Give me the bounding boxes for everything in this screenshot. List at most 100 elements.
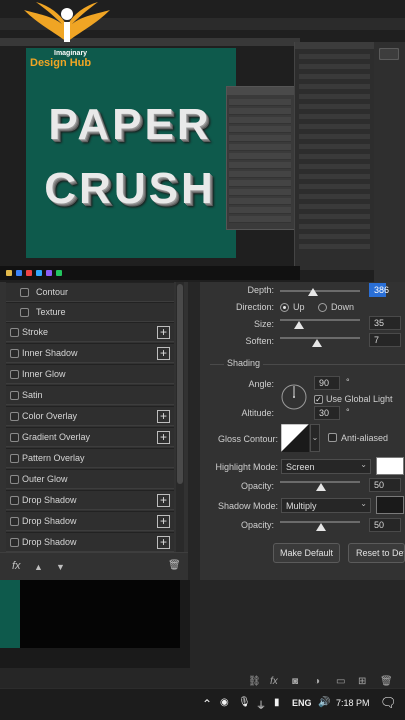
use-global-light-label: Use Global Light (326, 394, 393, 404)
show-hidden-icons-chevron-icon[interactable]: ⌃ (202, 697, 212, 711)
style-item-gradient-overlay[interactable]: Gradient Overlay + (6, 427, 174, 447)
style-item-contour[interactable]: Contour (6, 282, 174, 302)
microphone-icon[interactable]: 🎙 (238, 697, 251, 708)
style-item-label: Drop Shadow (22, 516, 77, 526)
checkbox[interactable] (10, 496, 19, 505)
layer-mask-icon[interactable]: ◙ (292, 676, 298, 687)
style-item-satin[interactable]: Satin (6, 385, 174, 405)
new-group-icon[interactable]: ▭ (336, 676, 345, 687)
fx-icon[interactable]: fx (12, 560, 21, 572)
soften-input[interactable]: 7 (369, 333, 401, 347)
reset-to-default-button[interactable]: Reset to Default (348, 543, 405, 563)
style-item-label: Stroke (22, 327, 49, 337)
move-down-icon[interactable]: ▼ (56, 562, 65, 572)
checkbox[interactable] (10, 391, 19, 400)
add-effect-icon[interactable]: + (157, 536, 170, 549)
depth-slider-knob[interactable] (308, 288, 318, 296)
style-item-drop-shadow[interactable]: Drop Shadow + (6, 511, 174, 531)
shadow-color-swatch[interactable] (376, 496, 404, 514)
new-layer-icon[interactable]: ⊞ (358, 676, 366, 687)
checkbox[interactable] (10, 349, 19, 358)
highlight-opacity-input[interactable]: 50 (369, 478, 401, 492)
document-area[interactable] (0, 580, 190, 668)
shadow-opacity-input[interactable]: 50 (369, 518, 401, 532)
checkbox[interactable] (10, 538, 19, 547)
highlight-mode-value: Screen (286, 462, 315, 472)
highlight-opacity-slider-knob[interactable] (316, 483, 326, 491)
trash-icon[interactable]: 🗑 (168, 560, 181, 571)
clock[interactable]: 7:18 PM (336, 698, 370, 708)
checkbox[interactable] (10, 370, 19, 379)
style-item-drop-shadow[interactable]: Drop Shadow + (6, 532, 174, 552)
layers-panel-footer: ⛓ fx ◙ ◑ ▭ ⊞ 🗑 (244, 676, 404, 688)
style-item-inner-shadow[interactable]: Inner Shadow + (6, 343, 174, 363)
style-item-label: Inner Shadow (22, 348, 78, 358)
delete-layer-icon[interactable]: 🗑 (380, 676, 393, 687)
add-effect-icon[interactable]: + (157, 347, 170, 360)
usb-icon[interactable]: ⏚ (256, 697, 266, 712)
style-item-inner-glow[interactable]: Inner Glow (6, 364, 174, 384)
style-item-pattern-overlay[interactable]: Pattern Overlay (6, 448, 174, 468)
angle-degree-unit: ° (346, 377, 350, 387)
add-effect-icon[interactable]: + (157, 326, 170, 339)
checkbox[interactable] (20, 288, 29, 297)
checkbox[interactable] (10, 328, 19, 337)
battery-icon[interactable]: ▮ (274, 697, 280, 708)
checkbox[interactable] (10, 475, 19, 484)
properties-panel-thumbnail (294, 42, 374, 270)
tool-button[interactable] (379, 48, 399, 60)
link-layers-icon[interactable]: ⛓ (248, 676, 261, 687)
add-effect-icon[interactable]: + (157, 431, 170, 444)
move-up-icon[interactable]: ▲ (34, 562, 43, 572)
style-item-color-overlay[interactable]: Color Overlay + (6, 406, 174, 426)
direction-down-radio[interactable] (318, 303, 327, 312)
shadow-opacity-slider-knob[interactable] (316, 523, 326, 531)
style-item-drop-shadow[interactable]: Drop Shadow + (6, 490, 174, 510)
highlight-opacity-label: Opacity: (240, 481, 274, 491)
highlight-color-swatch[interactable] (376, 457, 404, 475)
app-icon (46, 270, 52, 276)
depth-slider[interactable] (280, 290, 360, 292)
style-item-outer-glow[interactable]: Outer Glow (6, 469, 174, 489)
style-item-texture[interactable]: Texture (6, 302, 174, 322)
add-effect-icon[interactable]: + (157, 515, 170, 528)
anti-aliased-checkbox[interactable] (328, 433, 337, 442)
add-effect-icon[interactable]: + (157, 410, 170, 423)
make-default-button[interactable]: Make Default (273, 543, 340, 563)
size-slider[interactable] (280, 319, 360, 321)
altitude-input[interactable]: 30 (314, 406, 340, 420)
size-slider-knob[interactable] (294, 321, 304, 329)
depth-input[interactable]: 386 (369, 283, 389, 297)
gloss-contour-dropdown-icon[interactable]: ⌄ (310, 424, 320, 452)
volume-icon[interactable]: 🔊 (318, 697, 330, 708)
shadow-mode-select[interactable]: Multiply ⌄ (281, 498, 371, 513)
checkbox[interactable] (20, 308, 29, 317)
highlight-mode-select[interactable]: Screen ⌄ (281, 459, 371, 474)
direction-up-radio[interactable] (280, 303, 289, 312)
checkbox[interactable] (10, 517, 19, 526)
adjustment-layer-icon[interactable]: ◑ (314, 676, 320, 687)
use-global-light-checkbox[interactable]: ✓ (314, 395, 323, 404)
style-item-stroke[interactable]: Stroke + (6, 322, 174, 342)
angle-input[interactable]: 90 (314, 376, 340, 390)
angle-wheel-icon[interactable] (280, 383, 308, 411)
checkbox[interactable] (10, 454, 19, 463)
soften-slider-knob[interactable] (312, 339, 322, 347)
checkbox[interactable] (10, 433, 19, 442)
app-icon (56, 270, 62, 276)
add-effect-icon[interactable]: + (157, 494, 170, 507)
shadow-mode-value: Multiply (286, 501, 317, 511)
document-canvas[interactable]: Imaginary Design Hub PAPER CRUSH (26, 48, 236, 258)
windows-taskbar: ⌃ ◉ 🎙 ⏚ ▮ ENG 🔊 7:18 PM 🗨 (0, 688, 405, 720)
style-list-scroll-thumb[interactable] (177, 284, 183, 484)
screen: Imaginary Design Hub PAPER CRUSH Contour… (0, 0, 405, 720)
shadow-opacity-label: Opacity: (240, 520, 274, 530)
language-indicator[interactable]: ENG (292, 698, 312, 708)
webcam-icon[interactable]: ◉ (220, 697, 229, 708)
gloss-contour-preview[interactable] (281, 424, 309, 452)
size-label: Size: (253, 319, 274, 329)
fx-icon[interactable]: fx (270, 676, 278, 687)
size-input[interactable]: 35 (369, 316, 401, 330)
checkbox[interactable] (10, 412, 19, 421)
notification-icon[interactable]: 🗨 (380, 695, 397, 711)
